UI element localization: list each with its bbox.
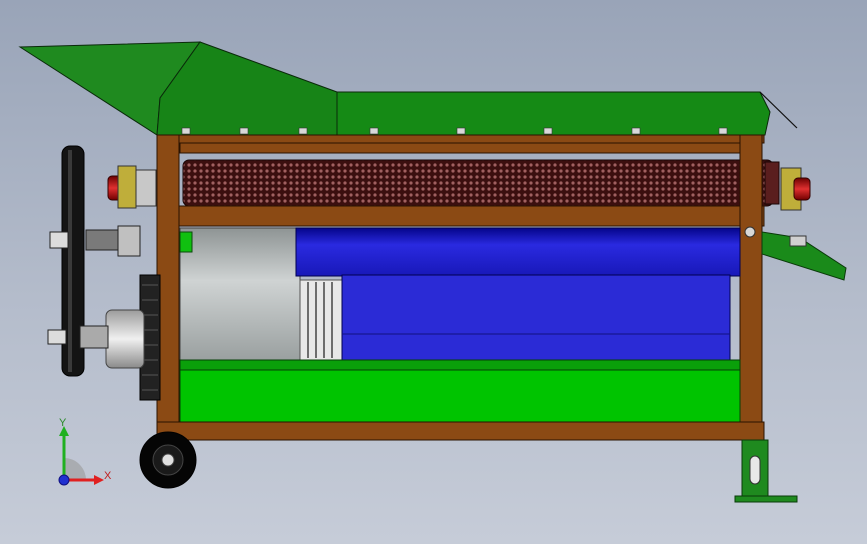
screen-drum [182, 159, 774, 207]
bolt [181, 127, 191, 135]
bolt [298, 127, 308, 135]
upper-pulley-bracket [117, 225, 141, 257]
support-foot [734, 495, 798, 503]
cad-model-drawing[interactable]: Y X [0, 0, 867, 544]
left-bearing [117, 165, 137, 209]
chute-clamp [789, 235, 807, 247]
cad-viewport[interactable]: Y X [0, 0, 867, 544]
screen-drum-end [764, 161, 780, 205]
frame-bottom-rail [156, 421, 765, 441]
upper-pulley-collar [49, 231, 69, 249]
motor-hub [105, 309, 145, 369]
frame-right-post [739, 134, 763, 441]
triad-x-arrow [94, 475, 104, 485]
right-shaft-red [793, 177, 811, 201]
collection-tray [179, 369, 741, 423]
leg-slot [749, 455, 761, 485]
motor-fins [299, 279, 343, 361]
bolt [369, 127, 379, 135]
upper-pulley-hub [85, 229, 123, 251]
motor-blue-body [341, 274, 731, 361]
frame-bolt [744, 226, 756, 238]
bolt [631, 127, 641, 135]
tray-lip [179, 359, 741, 371]
motor-blue-upper [295, 227, 741, 277]
motor-grey-housing [179, 227, 301, 361]
triad-z-axis [58, 474, 70, 486]
bolt [239, 127, 249, 135]
left-bearing-plate [135, 169, 157, 207]
bolt [456, 127, 466, 135]
coordinate-triad: Y X [58, 417, 112, 486]
triad-y-label: Y [59, 417, 67, 429]
green-marker [179, 231, 193, 253]
bolt [718, 127, 728, 135]
frame-top-rail [156, 134, 765, 144]
lower-pulley-collar [47, 329, 67, 345]
lower-pulley-hub [79, 325, 109, 349]
belt-highlight [68, 150, 72, 372]
triad-x-label: X [104, 470, 112, 482]
wheel [139, 431, 197, 489]
top-cover [336, 91, 771, 136]
frame-mid-rail [156, 205, 765, 227]
frame-inner-rail [179, 142, 741, 154]
bolt [543, 127, 553, 135]
